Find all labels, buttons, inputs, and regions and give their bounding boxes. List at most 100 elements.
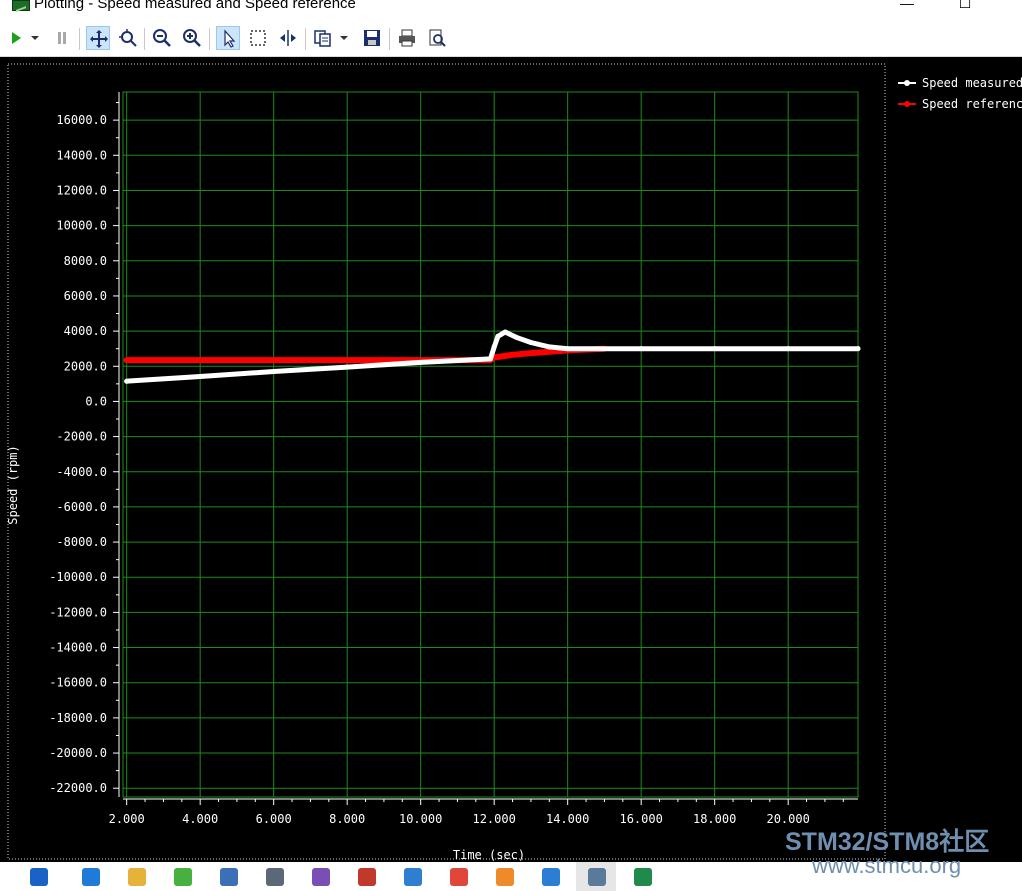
select-cursor-button[interactable] — [216, 26, 240, 50]
data-point-measured — [344, 364, 350, 370]
edge-icon — [82, 868, 100, 886]
taskbar-app-button[interactable] — [300, 862, 340, 891]
data-point-measured — [513, 334, 519, 340]
title-bar: Plotting - Speed measured and Speed refe… — [0, 0, 1022, 22]
taskbar-app-button[interactable] — [70, 862, 110, 891]
x-tick-label: 2.000 — [109, 812, 145, 826]
data-series — [123, 329, 861, 384]
taskbar-app-button[interactable] — [622, 862, 662, 891]
data-point-reference — [510, 352, 516, 358]
save-button[interactable] — [360, 26, 384, 50]
x-tick-label: 20.000 — [766, 812, 809, 826]
data-point-reference — [197, 357, 203, 363]
x-tick-label: 10.000 — [399, 812, 442, 826]
speed-chart[interactable]: 16000.0 14000.0 12000.0 10000.0 8000.0 6000.0… — [0, 57, 1022, 862]
plot-area[interactable]: 16000.0 14000.0 12000.0 10000.0 8000.0 6000.0… — [0, 57, 1022, 862]
taskbar-app-button[interactable] — [530, 862, 570, 891]
x-tick-label: 6.000 — [256, 812, 292, 826]
taskbar-app-button[interactable] — [438, 862, 478, 891]
watermark-url: www.stmcu.org — [812, 853, 962, 878]
taskbar-app-button[interactable] — [18, 862, 58, 891]
data-point-measured — [271, 369, 277, 375]
taskbar-app-button[interactable] — [116, 862, 156, 891]
taskbar-app-button[interactable] — [484, 862, 524, 891]
pan-button[interactable] — [86, 26, 110, 50]
data-point-measured — [785, 346, 791, 352]
tick-labels: 16000.0 14000.0 12000.0 10000.0 8000.0 6000.0… — [49, 113, 810, 826]
y-tick-label: 16000.0 — [56, 113, 107, 127]
y-tick-label: 10000.0 — [56, 219, 107, 233]
y-tick-label: 6000.0 — [64, 289, 107, 303]
excel-app-icon — [634, 868, 652, 886]
copy-dropdown-icon — [340, 36, 348, 40]
y-tick-label: -18000.0 — [49, 711, 107, 725]
app-a-icon — [404, 868, 422, 886]
data-point-measured — [488, 356, 493, 362]
motor-gui-icon — [588, 868, 606, 886]
plot-toolbar — [0, 22, 1022, 57]
y-tick-label: 8000.0 — [64, 254, 107, 268]
selection-box-button[interactable] — [246, 26, 270, 50]
minimize-button[interactable]: — — [884, 0, 930, 13]
y-tick-label: -4000.0 — [56, 465, 107, 479]
chrome-icon — [450, 868, 468, 886]
print-preview-button[interactable] — [425, 26, 449, 50]
zoom-out-button[interactable] — [150, 26, 174, 50]
split-axis-button[interactable] — [276, 26, 300, 50]
x-axis-label: Time (sec) — [453, 848, 525, 862]
run-dropdown-button[interactable] — [28, 26, 44, 50]
zoom-out-icon — [153, 29, 171, 47]
copy-button[interactable] — [311, 26, 335, 50]
run-icon — [12, 32, 21, 44]
selection-box-icon — [250, 30, 266, 46]
toolbar-separator — [389, 28, 390, 50]
visual-studio-icon — [312, 868, 330, 886]
grid-lines — [122, 91, 859, 798]
store-icon — [220, 868, 238, 886]
print-icon — [399, 29, 415, 47]
y-tick-label: -2000.0 — [56, 430, 107, 444]
taskbar-app-button[interactable] — [162, 862, 202, 891]
run-button[interactable] — [4, 26, 28, 50]
taskbar-app-button[interactable] — [346, 862, 386, 891]
data-point-measured — [124, 378, 130, 384]
split-axis-icon — [280, 30, 296, 46]
pause-icon — [58, 32, 66, 44]
taskbar-app-button[interactable] — [254, 862, 294, 891]
series-line-measured — [124, 329, 861, 384]
blue-bird-icon — [542, 868, 560, 886]
zoom-in-button[interactable] — [180, 26, 204, 50]
y-tick-label: -22000.0 — [49, 781, 107, 795]
toolbar-separator — [209, 28, 210, 50]
data-point-measured — [712, 346, 718, 352]
legend[interactable]: Speed measured Speed reference — [898, 76, 1022, 111]
zoom-in-icon — [183, 29, 201, 47]
data-point-measured — [502, 329, 508, 335]
data-point-measured — [565, 346, 571, 352]
maximize-button[interactable]: ☐ — [942, 0, 988, 13]
legend-entry-label: Speed measured — [922, 76, 1022, 90]
notification-app-icon — [266, 868, 284, 886]
y-tick-label: -12000.0 — [49, 605, 107, 619]
copy-dropdown-button[interactable] — [337, 26, 353, 50]
x-tick-label: 12.000 — [472, 812, 515, 826]
x-tick-label: 16.000 — [619, 812, 662, 826]
select-cursor-icon — [224, 29, 236, 48]
file-explorer-icon — [128, 868, 146, 886]
data-point-reference — [344, 357, 350, 363]
ie-icon — [30, 868, 48, 886]
x-tick-label: 14.000 — [546, 812, 589, 826]
pause-button[interactable] — [50, 26, 74, 50]
y-tick-label: -8000.0 — [56, 535, 107, 549]
zoom-region-button[interactable] — [116, 26, 140, 50]
copy-icon — [314, 30, 331, 47]
y-tick-label: -20000.0 — [49, 746, 107, 760]
y-axis-label: Speed (rpm) — [6, 445, 20, 524]
print-button[interactable] — [395, 26, 419, 50]
y-tick-label: 4000.0 — [64, 324, 107, 338]
taskbar-app-button[interactable] — [392, 862, 432, 891]
taskbar-app-button[interactable] — [208, 862, 248, 891]
data-point-measured — [418, 359, 424, 365]
taskbar-app-button[interactable] — [576, 862, 616, 891]
x-tick-label: 18.000 — [693, 812, 736, 826]
